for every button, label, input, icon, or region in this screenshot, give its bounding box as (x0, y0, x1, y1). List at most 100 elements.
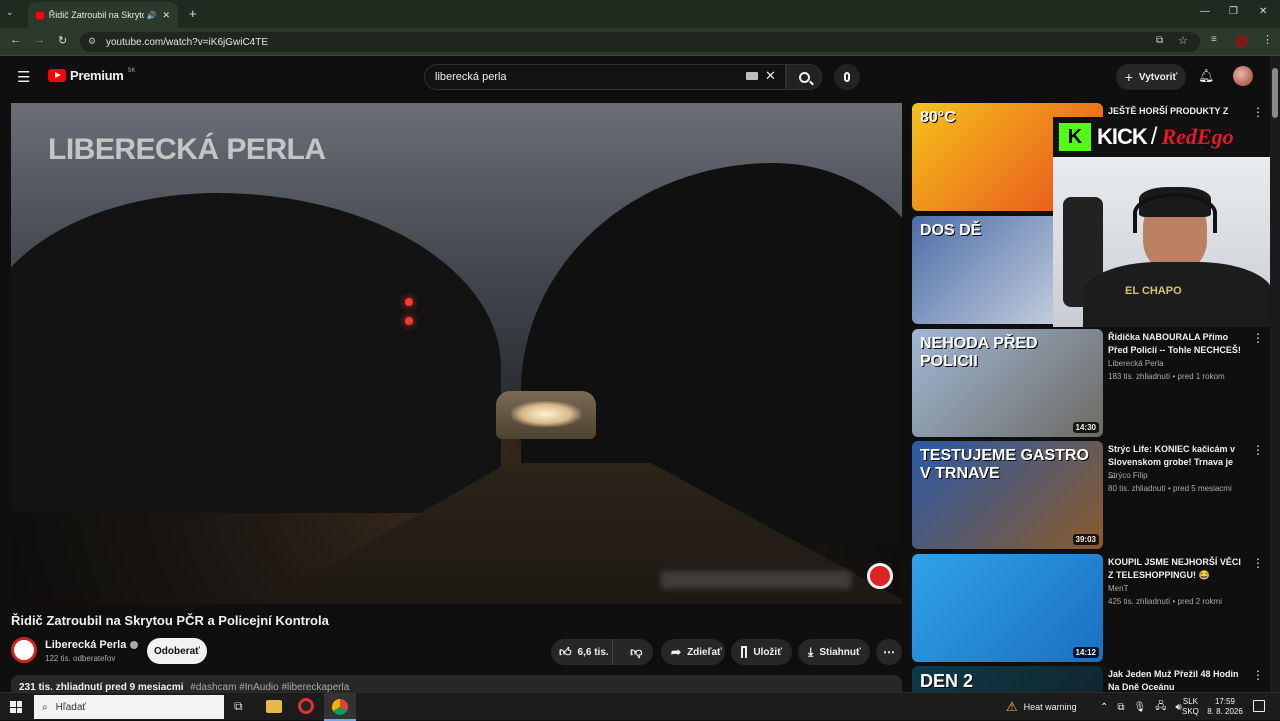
search-button[interactable] (786, 64, 822, 90)
taskbar-search-field[interactable]: ⌕ Hľadať (34, 695, 224, 719)
plus-icon: + (1124, 69, 1133, 85)
recommendation-channel[interactable]: Liberecká Perla (1108, 359, 1164, 368)
back-icon[interactable]: ← (10, 34, 21, 46)
new-tab-button[interactable]: + (189, 6, 197, 21)
chrome-taskbar-button[interactable] (324, 693, 356, 721)
channel-name-row[interactable]: Liberecká Perla (45, 639, 139, 651)
shirt-print: EL CHAPO (1125, 285, 1182, 297)
youtube-logo[interactable]: Premium SK (48, 68, 136, 83)
language-bottom: SKQ (1182, 707, 1199, 716)
chrome-icon (332, 699, 348, 715)
browser-tab-active[interactable]: Řidič Zatroubil na Skrytou P 🔊 ✕ (28, 2, 178, 28)
channel-watermark-logo[interactable] (867, 563, 893, 589)
duration-badge: 39:03 (1072, 534, 1099, 545)
recommendation-channel[interactable]: Strýco Filip (1108, 471, 1148, 480)
youtube-header: ☰ Premium SK liberecká perla ✕ + Vytvori… (0, 56, 1270, 100)
share-button[interactable]: ➦ Zdieľať (661, 639, 725, 665)
more-actions-button[interactable]: ⋯ (876, 639, 902, 665)
youtube-favicon-icon (36, 11, 44, 19)
more-vertical-icon[interactable]: ⋮ (1252, 331, 1264, 345)
clear-search-icon[interactable]: ✕ (765, 68, 776, 84)
notifications-bell-icon[interactable]: 🔔︎ (1198, 68, 1215, 84)
account-avatar[interactable] (1233, 66, 1253, 86)
save-button[interactable]: Uložiť (731, 639, 792, 665)
install-app-icon[interactable]: ⧉ (1156, 35, 1163, 46)
network-icon[interactable]: 🖧 (1155, 699, 1166, 716)
recommendation-item[interactable]: TESTUJEME GASTRO V TRNAVE 39:03 Strýc Life… (912, 441, 1270, 549)
like-button[interactable]: 👍︎ 6,6 tis. (551, 639, 614, 665)
channel-name: Liberecká Perla (45, 639, 127, 651)
task-view-icon[interactable]: ⧉ (234, 699, 243, 714)
profile-avatar[interactable] (1235, 35, 1248, 48)
logo-text: Premium (70, 68, 124, 83)
more-vertical-icon[interactable]: ⋮ (1252, 556, 1264, 570)
tab-list-icon[interactable]: ⌄ (6, 7, 14, 18)
browser-menu-icon[interactable]: ⋮ (1262, 33, 1273, 46)
notifications-center-icon[interactable] (1253, 700, 1265, 712)
speaker-icon[interactable]: 🔊 (146, 11, 156, 20)
windows-start-icon[interactable] (10, 701, 22, 713)
download-label: Stiahnuť (819, 646, 861, 658)
file-explorer-icon[interactable] (266, 700, 282, 713)
minimize-icon[interactable]: — (1200, 6, 1210, 17)
download-icon: ⤓ (808, 644, 814, 659)
recommendation-thumbnail[interactable]: TESTUJEME GASTRO V TRNAVE 39:03 (912, 441, 1103, 549)
clock[interactable]: 17:59 8. 8. 2026 (1205, 697, 1245, 717)
search-input[interactable]: liberecká perla ✕ (424, 64, 786, 90)
thumbs-up-icon: 👍︎ (559, 644, 572, 659)
like-count: 6,6 tis. (577, 646, 609, 658)
hamburger-menu-icon[interactable]: ☰ (17, 68, 30, 86)
recommendation-thumbnail[interactable]: 14:12 (912, 554, 1103, 662)
recommendation-item[interactable]: 14:12 KOUPIL JSME NEJHORŠÍ VĚCI Z TELESHO… (912, 554, 1270, 662)
recommendation-title[interactable]: Jak Jeden Muž Přežil 48 Hodin Na Dně Oce… (1108, 668, 1243, 694)
tray-app-icon[interactable]: ⧉ (1117, 702, 1124, 713)
subscribe-button[interactable]: Odoberať (147, 638, 207, 664)
recommendation-title[interactable]: Řidička NABOURALA Přímo Před Policií -- … (1108, 331, 1243, 357)
window-close-icon[interactable]: ✕ (1259, 6, 1267, 17)
media-controls-icon[interactable]: ≡ (1211, 34, 1217, 45)
recommendation-meta: 80 tis. zhliadnutí • pred 5 mesiacmi (1108, 484, 1232, 493)
create-button[interactable]: + Vytvoriť (1116, 64, 1186, 90)
create-label: Vytvoriť (1138, 71, 1178, 83)
kick-overlay-banner: K KICK / RedEgo (1053, 117, 1280, 157)
recommendation-item[interactable]: NEHODA PŘED POLICII 14:30 Řidička NABOURAL… (912, 329, 1270, 437)
dislike-button[interactable]: 👎︎ (619, 639, 653, 665)
clock-time: 17:59 (1214, 697, 1236, 706)
thumbnail-text: NEHODA PŘED POLICII (920, 335, 1038, 370)
recommendation-meta: 425 tis. zhliadnutí • pred 2 rokmi (1108, 597, 1222, 606)
recommendation-channel[interactable]: MenT (1108, 584, 1128, 593)
page-scrollbar[interactable] (1270, 56, 1280, 692)
scrollbar-thumb[interactable] (1272, 68, 1278, 118)
volume-icon[interactable]: 🔊︎ (1175, 702, 1181, 713)
more-vertical-icon[interactable]: ⋮ (1252, 443, 1264, 457)
recommendation-title[interactable]: KOUPIL JSME NEJHORŠÍ VĚCI Z TELESHOPPING… (1108, 556, 1243, 582)
subscriber-count: 122 tis. odberateľov (45, 654, 116, 663)
overlay-slash: / (1150, 123, 1158, 150)
search-value: liberecká perla (435, 71, 507, 83)
weather-widget[interactable]: ⚠ Heat warning (1006, 693, 1077, 721)
voice-search-button[interactable] (834, 64, 860, 90)
tray-mic-icon[interactable]: 🎙︎ (1134, 702, 1147, 713)
video-player[interactable]: LIBERECKÁ PERLA (11, 103, 902, 604)
youtube-play-icon (48, 69, 66, 82)
recommendation-thumbnail[interactable]: NEHODA PŘED POLICII 14:30 (912, 329, 1103, 437)
language-indicator[interactable]: SLK SKQ (1182, 697, 1199, 717)
close-tab-icon[interactable]: ✕ (162, 10, 170, 21)
tray-overflow-icon[interactable]: ⌃ (1100, 702, 1108, 713)
download-button[interactable]: ⤓ Stiahnuť (798, 639, 870, 665)
bookmark-star-icon[interactable]: ☆ (1178, 34, 1188, 47)
address-field[interactable]: ⚙ youtube.com/watch?v=iK6jGwiC4TE ⧉ ☆ (80, 32, 1200, 52)
reload-icon[interactable]: ↻ (58, 34, 67, 47)
app-icon-obs[interactable] (298, 698, 314, 714)
more-vertical-icon[interactable]: ⋮ (1252, 668, 1264, 682)
keyboard-icon[interactable] (746, 72, 758, 80)
taskbar-search-placeholder: Hľadať (55, 701, 87, 713)
channel-avatar[interactable] (11, 637, 37, 663)
recommendation-item[interactable]: DEN 2 Jak Jeden Muž Přežil 48 Hodin Na Dn… (912, 666, 1270, 696)
site-info-icon[interactable]: ⚙ (88, 36, 96, 47)
microphone-icon (844, 72, 850, 82)
verified-icon (130, 641, 139, 649)
restore-icon[interactable]: ❐ (1229, 6, 1238, 17)
forward-icon[interactable]: → (34, 34, 45, 46)
country-code: SK (127, 67, 136, 74)
